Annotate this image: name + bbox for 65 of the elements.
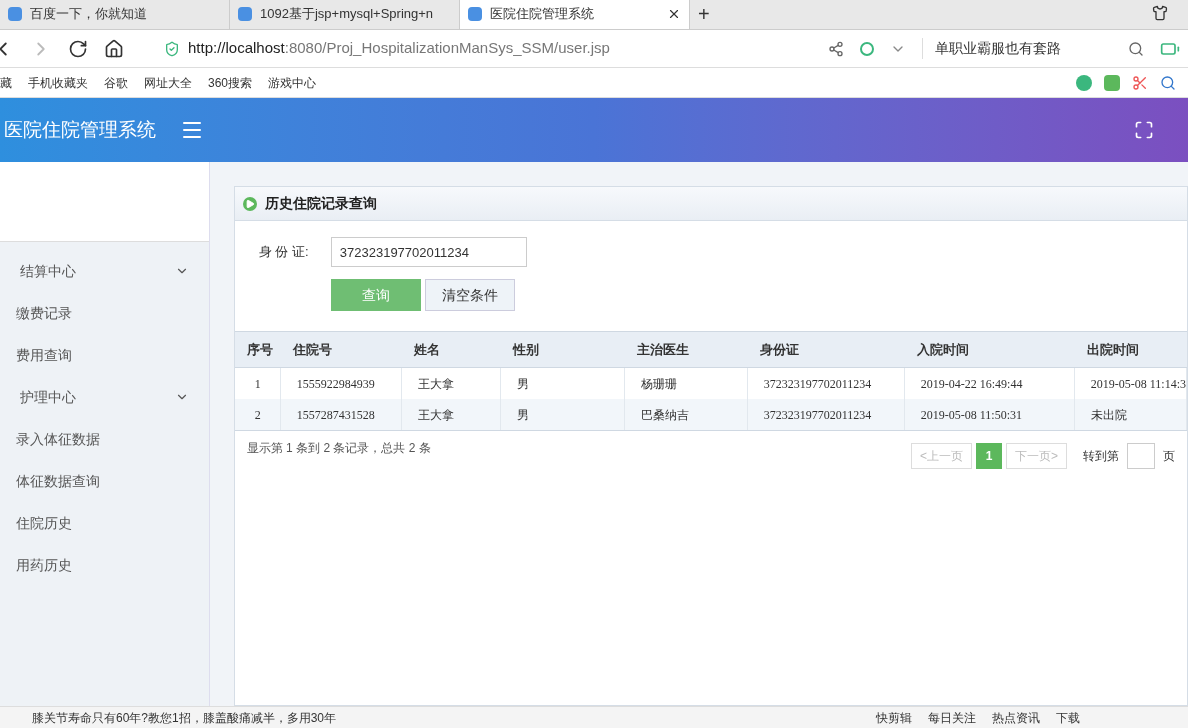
table-cell: 未出院 bbox=[1074, 399, 1187, 430]
status-item[interactable]: 热点资讯 bbox=[992, 708, 1040, 727]
home-icon[interactable] bbox=[104, 38, 124, 59]
bookmark-link[interactable]: 游戏中心 bbox=[264, 73, 317, 92]
play-icon bbox=[242, 196, 257, 211]
column-header: 出院时间 bbox=[1085, 340, 1140, 359]
sidebar-item[interactable]: 用药历史 bbox=[0, 544, 209, 586]
bookmark-link[interactable]: 手机收藏夹 bbox=[24, 73, 88, 92]
bookmark-link[interactable]: 谷歌 bbox=[100, 73, 128, 92]
tab-title: 1092基于jsp+mysql+Spring+n bbox=[260, 5, 435, 24]
records-summary: 显示第 1 条到 2 条记录，总共 2 条 bbox=[246, 440, 432, 457]
column-header: 主治医生 bbox=[635, 340, 690, 359]
search-icon[interactable] bbox=[1160, 74, 1176, 91]
panel-title: 历史住院记录查询 bbox=[264, 194, 377, 213]
search-field[interactable]: 单职业霸服也有套路 bbox=[922, 38, 1112, 59]
app-title: 医院住院管理系统 bbox=[4, 117, 157, 142]
sidebar-group[interactable]: 结算中心 bbox=[0, 250, 209, 292]
bookmark-link[interactable]: 网址大全 bbox=[140, 73, 192, 92]
table-cell: 王大拿 bbox=[401, 399, 501, 430]
status-item[interactable]: 每日关注 bbox=[928, 708, 976, 727]
table-cell: 巴桑纳吉 bbox=[624, 399, 748, 430]
page-input-field[interactable] bbox=[1127, 443, 1155, 469]
status-item[interactable]: 下载 bbox=[1056, 708, 1080, 727]
news-ticker[interactable]: 膝关节寿命只有60年?教您1招，膝盖酸痛减半，多用30年 bbox=[32, 708, 860, 727]
column-header: 性别 bbox=[511, 340, 540, 359]
sidebar-item[interactable]: 体征数据查询 bbox=[0, 460, 209, 502]
reload-icon[interactable] bbox=[68, 38, 88, 59]
tab-title: 医院住院管理系统 bbox=[490, 5, 595, 24]
goto-label: 转到第 bbox=[1083, 448, 1119, 465]
page-label: 页 bbox=[1163, 448, 1175, 465]
clear-button[interactable]: 清空条件 bbox=[424, 279, 515, 311]
tab-title: 百度一下，你就知道 bbox=[30, 5, 148, 24]
sidebar-item[interactable]: 费用查询 bbox=[0, 334, 209, 376]
table-cell: 男 bbox=[500, 399, 625, 430]
column-header: 住院号 bbox=[291, 340, 333, 359]
tab-favicon-icon bbox=[238, 7, 252, 21]
bookmark-link[interactable]: 360搜索 bbox=[204, 73, 253, 92]
status-item[interactable]: 快剪辑 bbox=[876, 708, 912, 727]
id-label: 身 份 证: bbox=[258, 243, 310, 262]
table-cell: 2019-05-08 11:50:31 bbox=[904, 399, 1075, 430]
tab-favicon-icon bbox=[468, 7, 482, 21]
table-cell: 2 bbox=[234, 399, 281, 430]
shield-icon bbox=[164, 40, 180, 57]
fullscreen-icon[interactable] bbox=[1134, 120, 1154, 140]
skin-icon[interactable] bbox=[1152, 5, 1168, 21]
table-cell: 1557287431528 bbox=[280, 399, 402, 430]
scissors-icon[interactable] bbox=[1132, 74, 1148, 91]
column-header: 序号 bbox=[245, 340, 274, 359]
share-icon[interactable] bbox=[828, 40, 844, 57]
column-header: 身份证 bbox=[758, 340, 800, 359]
browser-tab[interactable]: 医院住院管理系统 bbox=[460, 0, 690, 29]
id-input-field[interactable]: 372323197702011234 bbox=[330, 237, 527, 267]
column-header: 姓名 bbox=[412, 340, 441, 359]
bookmark-link[interactable]: 藏 bbox=[0, 73, 12, 92]
tab-favicon-icon bbox=[8, 7, 22, 21]
new-tab-button[interactable]: + bbox=[690, 0, 718, 29]
sidebar-item[interactable]: 住院历史 bbox=[0, 502, 209, 544]
search-icon[interactable] bbox=[1128, 40, 1144, 57]
address-field[interactable]: http://localhost:8080/Proj_HospitalizationManSys_SSM/user.jsp bbox=[164, 37, 812, 60]
column-header: 入院时间 bbox=[915, 340, 970, 359]
close-icon[interactable] bbox=[667, 7, 681, 21]
sidebar-item[interactable]: 缴费记录 bbox=[0, 292, 209, 334]
table-cell: 372323197702011234 bbox=[747, 399, 905, 430]
sidebar-group[interactable]: 护理中心 bbox=[0, 376, 209, 418]
sidebar-item[interactable]: 录入体征数据 bbox=[0, 418, 209, 460]
